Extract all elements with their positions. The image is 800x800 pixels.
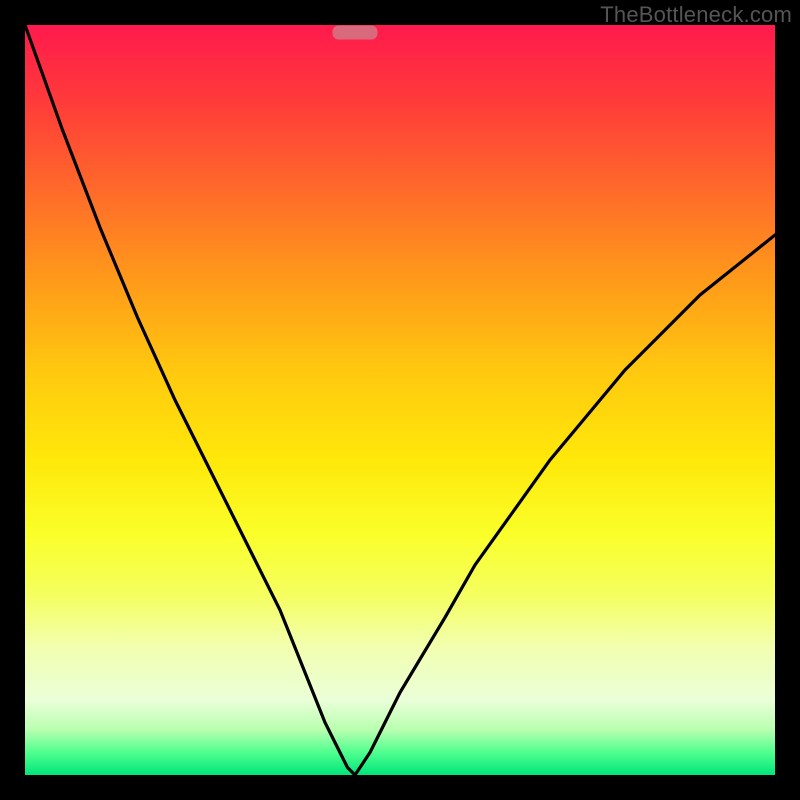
right-branch-curve xyxy=(355,235,775,775)
plot-area xyxy=(25,25,775,775)
optimum-marker xyxy=(333,26,378,40)
left-branch-curve xyxy=(25,25,355,775)
outer-frame: TheBottleneck.com xyxy=(0,0,800,800)
watermark-text: TheBottleneck.com xyxy=(600,2,792,28)
curve-overlay xyxy=(25,25,775,775)
